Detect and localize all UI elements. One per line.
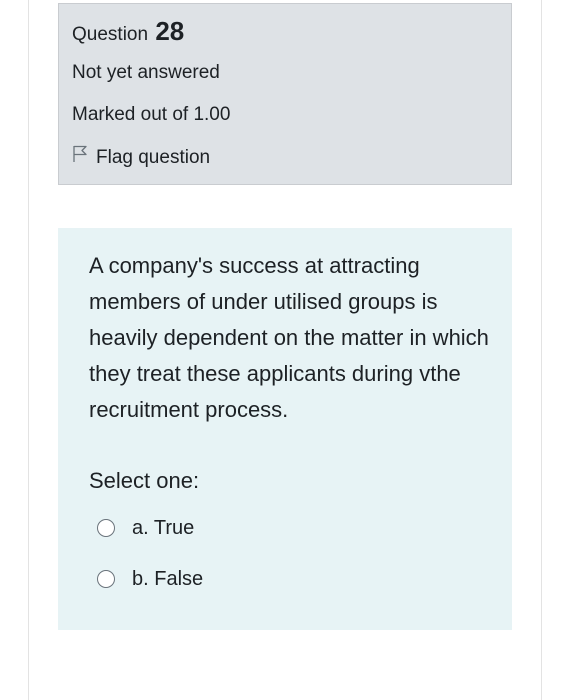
option-false-radio[interactable]: [97, 570, 115, 588]
select-one-prompt: Select one:: [89, 468, 200, 493]
question-number-value: 28: [155, 16, 185, 46]
question-label: Question: [72, 24, 149, 45]
flag-icon: [72, 145, 96, 170]
option-false[interactable]: b. False: [97, 566, 203, 592]
flag-question-label: Flag question: [96, 146, 211, 168]
option-true[interactable]: a. True: [97, 515, 194, 541]
option-true-radio[interactable]: [97, 519, 115, 537]
question-info-panel: Question 28 Not yet answered Marked out …: [58, 3, 512, 185]
question-state: Not yet answered: [72, 62, 220, 83]
question-grade: Marked out of 1.00: [72, 104, 231, 125]
question-text: A company's success at attracting member…: [89, 253, 489, 422]
question-content-panel: A company's success at attracting member…: [58, 228, 512, 630]
option-false-label[interactable]: b. False: [132, 566, 203, 592]
option-true-label[interactable]: a. True: [132, 515, 194, 541]
flag-question-link[interactable]: Flag question: [72, 145, 210, 170]
question-number: Question 28: [72, 17, 184, 49]
